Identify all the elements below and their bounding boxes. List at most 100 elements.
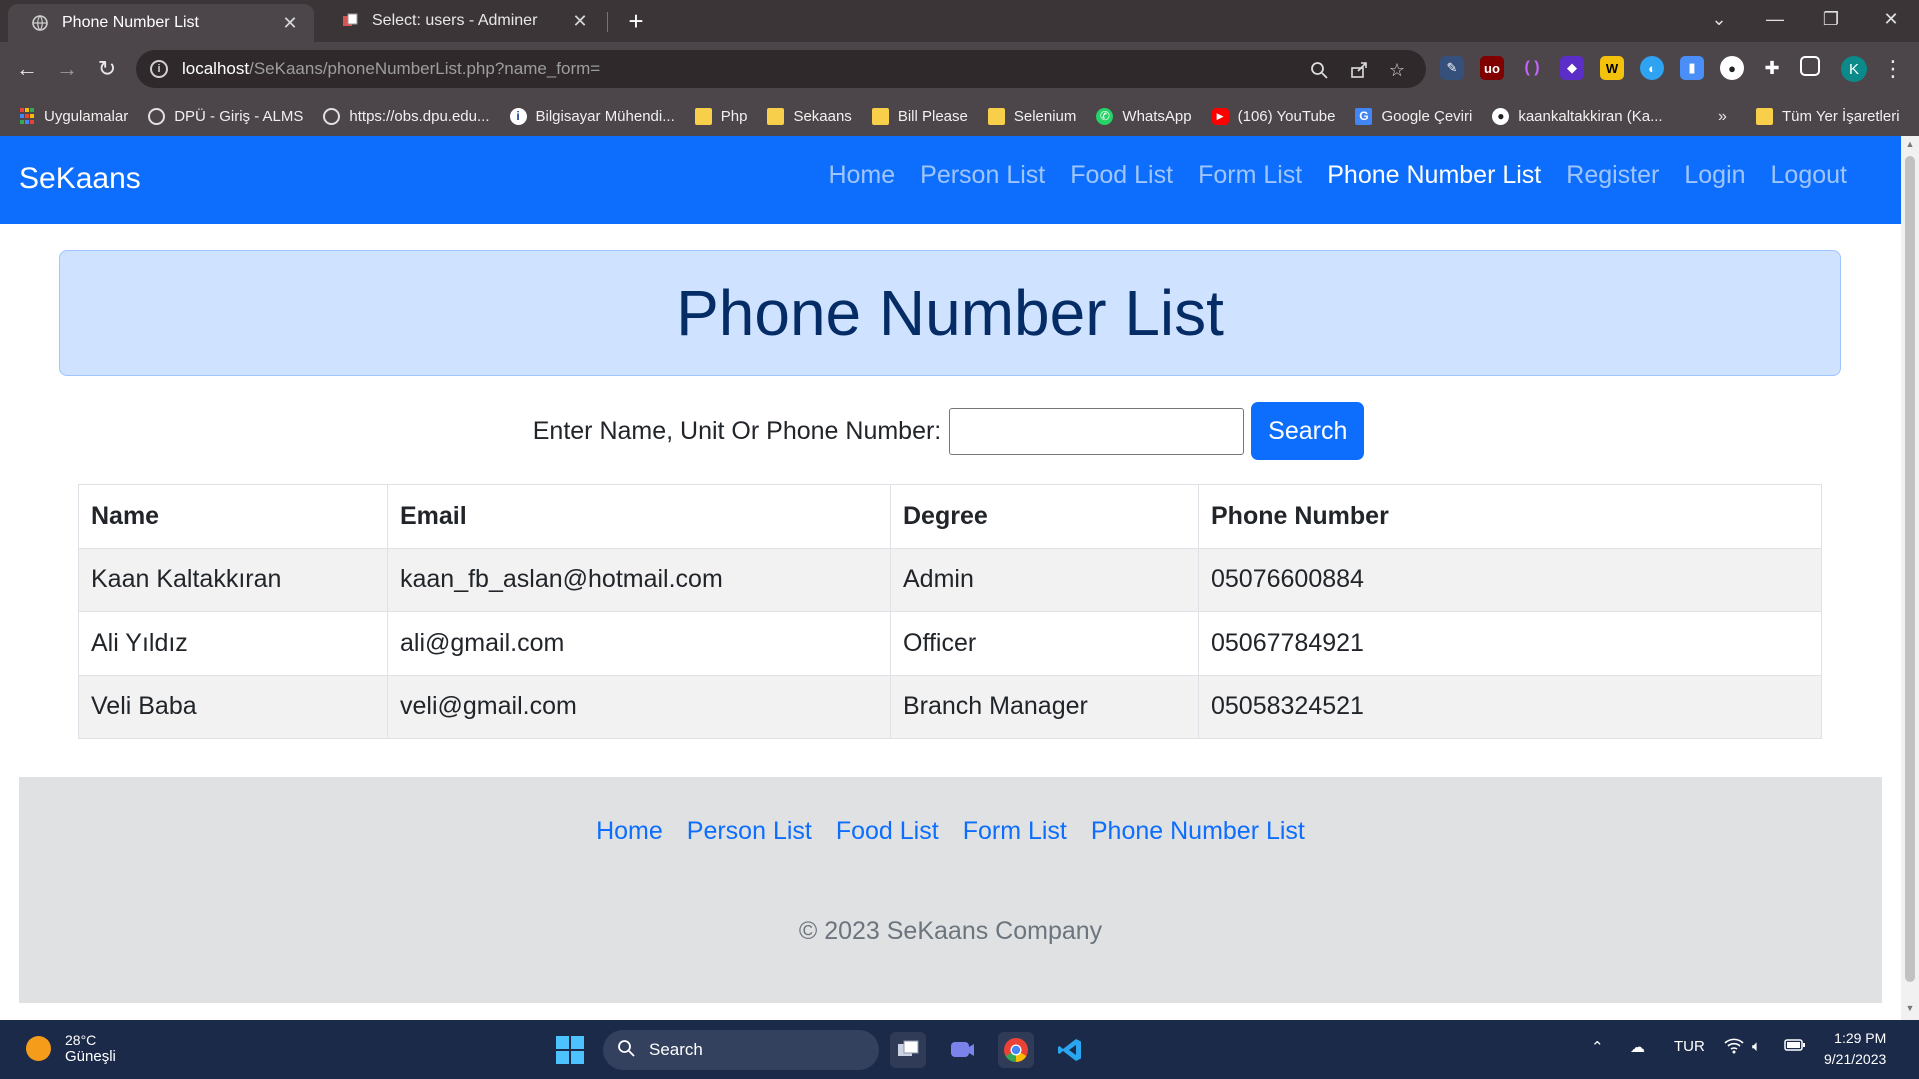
bookmark-item[interactable]: Sekaans: [767, 107, 852, 125]
nav-person-list[interactable]: Person List: [920, 161, 1045, 190]
bookmark-item[interactable]: Php: [694, 107, 748, 125]
table-row: Veli Baba veli@gmail.com Branch Manager …: [78, 674, 1822, 739]
bookmark-item[interactable]: ✆ WhatsApp: [1096, 107, 1192, 125]
whatsapp-icon: ✆: [1096, 107, 1114, 125]
youtube-icon: ▶: [1211, 107, 1229, 125]
extension-brackets-icon[interactable]: ( ): [1520, 56, 1544, 80]
nav-register[interactable]: Register: [1566, 161, 1659, 190]
windows-start-icon[interactable]: [556, 1036, 584, 1064]
bookmark-item[interactable]: i Bilgisayar Mühendi...: [509, 107, 675, 125]
footer-form-list-link[interactable]: Form List: [963, 817, 1067, 846]
back-icon[interactable]: ←: [12, 54, 42, 84]
scroll-down-icon[interactable]: ▼: [1905, 1003, 1915, 1017]
cell-degree: Branch Manager: [890, 674, 1199, 739]
menu-kebab-icon[interactable]: ⋮: [1878, 54, 1908, 84]
search-label: Enter Name, Unit Or Phone Number:: [532, 416, 942, 445]
nav-phone-number-list[interactable]: Phone Number List: [1327, 161, 1541, 190]
browser-tab-bar: Phone Number List ✕ Select: users - Admi…: [0, 0, 1919, 42]
tab-separator: [607, 12, 608, 32]
extension-circle-icon[interactable]: ●: [1720, 56, 1744, 80]
close-window-icon[interactable]: ✕: [1868, 0, 1914, 38]
show-hidden-icons-icon[interactable]: ⌃: [1591, 1038, 1604, 1056]
volume-icon[interactable]: 🔈︎: [1752, 1038, 1761, 1055]
extension-cube-icon[interactable]: ◆: [1560, 56, 1584, 80]
bookmark-label: Bill Please: [897, 107, 968, 125]
tab-title: Select: users - Adminer: [372, 12, 538, 29]
battery-icon[interactable]: [1784, 1038, 1806, 1056]
search-button[interactable]: Search: [1251, 402, 1365, 460]
bookmark-item[interactable]: G Google Çeviri: [1355, 107, 1473, 125]
footer-home-link[interactable]: Home: [596, 817, 663, 846]
bookmark-label: Php: [720, 107, 748, 125]
footer-food-list-link[interactable]: Food List: [836, 817, 939, 846]
phone-number-table: Name Email Degree Phone Number Kaan Kalt…: [78, 484, 1822, 739]
apps-icon: [18, 108, 35, 125]
table-row: Kaan Kaltakkıran kaan_fb_aslan@hotmail.c…: [78, 547, 1822, 612]
address-bar[interactable]: i localhost/SeKaans/phoneNumberList.php?…: [136, 50, 1426, 88]
tab-search-icon[interactable]: ⌄: [1696, 0, 1742, 38]
globe-icon: [323, 107, 341, 125]
github-icon: ●: [1492, 107, 1510, 125]
close-tab-icon[interactable]: ✕: [280, 13, 300, 33]
ublock-icon[interactable]: uo: [1480, 56, 1504, 80]
bookmark-item[interactable]: ▶ (106) YouTube: [1211, 107, 1335, 125]
chrome-icon[interactable]: [998, 1032, 1034, 1068]
close-tab-icon[interactable]: ✕: [570, 11, 590, 31]
more-bookmarks-icon[interactable]: »: [1718, 108, 1727, 126]
bookmark-item[interactable]: DPÜ - Giriş - ALMS: [148, 107, 303, 125]
star-icon[interactable]: ☆: [1386, 59, 1408, 81]
new-tab-icon[interactable]: +: [622, 7, 650, 35]
input-language[interactable]: TUR: [1674, 1038, 1705, 1055]
extension-pen-icon[interactable]: ✎: [1440, 56, 1464, 80]
url-text[interactable]: localhost/SeKaans/phoneNumberList.php?na…: [182, 59, 600, 79]
tab-adminer[interactable]: Select: users - Adminer ✕: [318, 0, 604, 42]
share-icon[interactable]: [1348, 59, 1370, 81]
wifi-icon[interactable]: [1724, 1038, 1744, 1058]
bookmark-label: Google Çeviri: [1381, 107, 1473, 125]
bookmark-item[interactable]: Uygulamalar: [18, 108, 128, 125]
site-footer: Home Person List Food List Form List Pho…: [19, 777, 1882, 1003]
all-bookmarks[interactable]: Tüm Yer İşaretleri: [1756, 96, 1900, 136]
temperature: 28°C: [65, 1032, 97, 1048]
bookmark-item[interactable]: Selenium: [987, 107, 1077, 125]
taskbar-search[interactable]: Search: [603, 1030, 879, 1070]
search-input[interactable]: [949, 407, 1245, 455]
cell-phone: 05076600884: [1198, 547, 1822, 612]
scrollbar-thumb[interactable]: [1905, 156, 1915, 982]
extension-blue-icon[interactable]: ◐: [1640, 56, 1664, 80]
extensions-puzzle-icon[interactable]: ✚: [1760, 56, 1784, 80]
profile-avatar[interactable]: K: [1841, 56, 1867, 82]
footer-person-list-link[interactable]: Person List: [687, 817, 812, 846]
side-panel-icon[interactable]: [1800, 56, 1820, 76]
vscode-icon[interactable]: [1052, 1032, 1088, 1068]
nav-logout[interactable]: Logout: [1771, 161, 1847, 190]
teams-chat-icon[interactable]: [944, 1032, 980, 1068]
reload-icon[interactable]: ↻: [92, 54, 122, 84]
bookmark-item[interactable]: https://obs.dpu.edu...: [323, 107, 490, 125]
footer-phone-number-list-link[interactable]: Phone Number List: [1091, 817, 1305, 846]
scroll-up-icon[interactable]: ▲: [1905, 139, 1915, 153]
minimize-icon[interactable]: —: [1752, 0, 1798, 38]
nav-food-list[interactable]: Food List: [1070, 161, 1173, 190]
extension-doc-icon[interactable]: ▮: [1680, 56, 1704, 80]
nav-login[interactable]: Login: [1684, 161, 1745, 190]
nav-home[interactable]: Home: [828, 161, 895, 190]
tab-phone-number-list[interactable]: Phone Number List ✕: [8, 4, 314, 42]
bookmark-label: Selenium: [1013, 107, 1077, 125]
weather-widget[interactable]: 28°C Güneşli: [26, 1032, 116, 1065]
system-clock[interactable]: 1:29 PM 9/21/2023: [1824, 1028, 1886, 1070]
restore-icon[interactable]: ❐: [1808, 0, 1854, 38]
bookmark-item[interactable]: Bill Please: [871, 107, 968, 125]
cell-degree: Officer: [890, 611, 1199, 676]
site-brand[interactable]: SeKaans: [19, 162, 141, 196]
forward-icon[interactable]: →: [52, 54, 82, 84]
onedrive-cloud-icon[interactable]: ☁: [1630, 1038, 1645, 1056]
zoom-icon[interactable]: [1308, 59, 1330, 81]
search-form: Enter Name, Unit Or Phone Number: Search: [0, 402, 1901, 460]
nav-form-list[interactable]: Form List: [1198, 161, 1302, 190]
bookmark-item[interactable]: ● kaankaltakkiran (Ka...: [1492, 107, 1663, 125]
site-info-icon[interactable]: i: [150, 60, 168, 78]
wappalyzer-icon[interactable]: W: [1600, 56, 1624, 80]
task-view-icon[interactable]: [890, 1032, 926, 1068]
page-scrollbar[interactable]: ▲ ▼: [1901, 136, 1919, 1020]
